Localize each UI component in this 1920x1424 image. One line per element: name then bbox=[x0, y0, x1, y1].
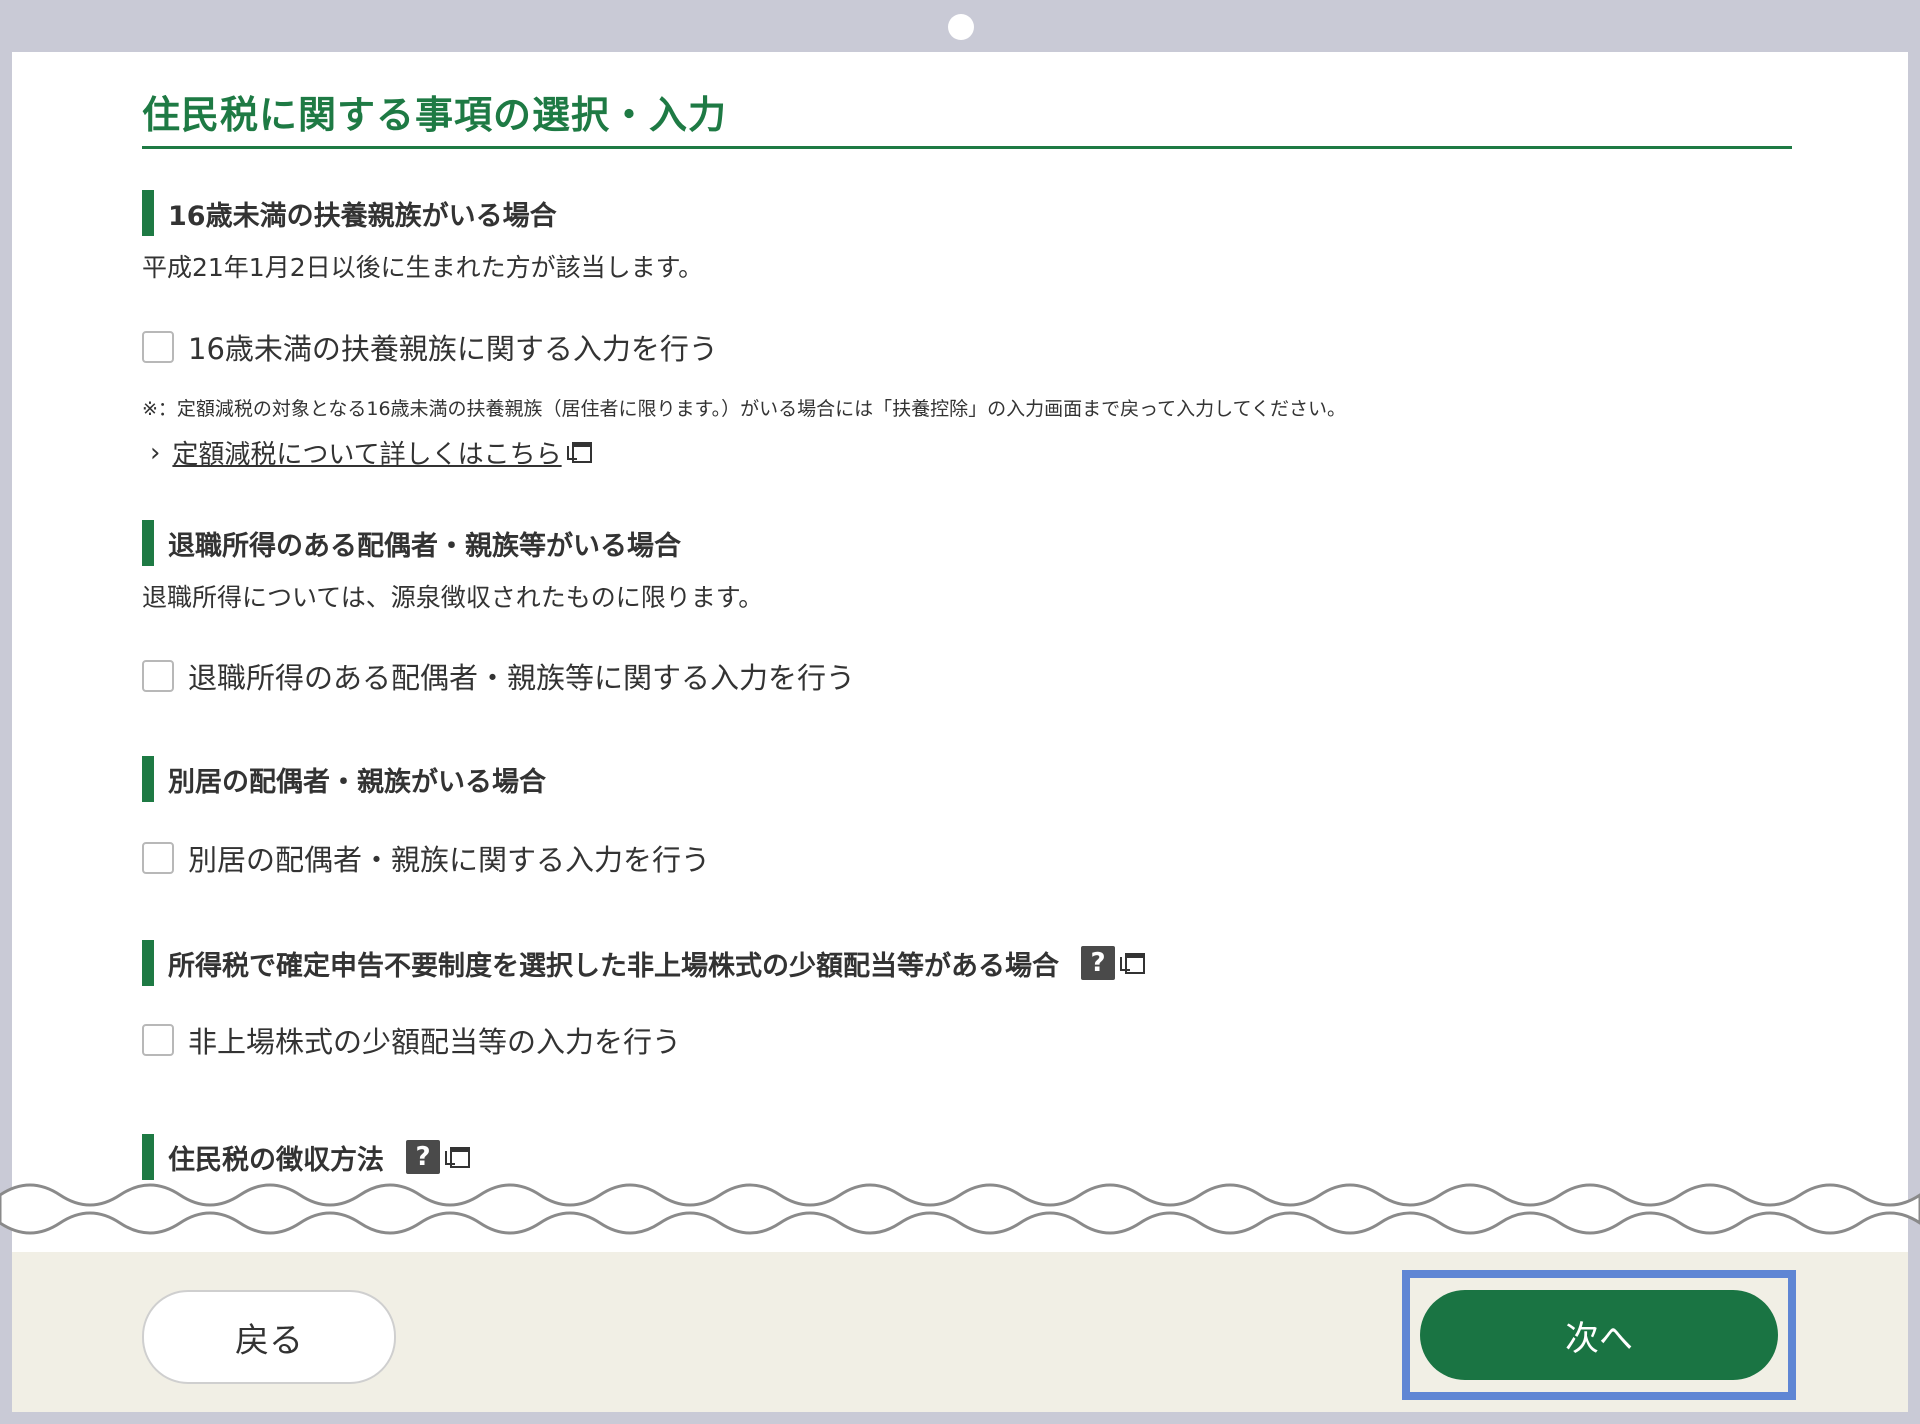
checkbox-label[interactable]: 別居の配偶者・親族に関する入力を行う bbox=[188, 837, 710, 879]
page-title: 住民税に関する事項の選択・入力 bbox=[142, 84, 1792, 149]
section-heading-separate-residence: 別居の配偶者・親族がいる場合 bbox=[142, 756, 546, 802]
section-heading-label: 16歳未満の扶養親族がいる場合 bbox=[168, 200, 557, 232]
section-heading-collection-method: 住民税の徴収方法 ? bbox=[142, 1134, 470, 1180]
section-heading-dependents-under-16: 16歳未満の扶養親族がいる場合 bbox=[142, 190, 557, 236]
checkbox-box[interactable] bbox=[142, 331, 174, 363]
checkbox-dependents-under-16[interactable]: 16歳未満の扶養親族に関する入力を行う bbox=[142, 326, 718, 368]
checkbox-box[interactable] bbox=[142, 660, 174, 692]
section-heading-small-dividends: 所得税で確定申告不要制度を選択した非上場株式の少額配当等がある場合 ? bbox=[142, 940, 1145, 986]
help-icon[interactable]: ? bbox=[1081, 946, 1115, 980]
checkbox-retirement-income[interactable]: 退職所得のある配偶者・親族等に関する入力を行う bbox=[142, 655, 855, 697]
next-button[interactable]: 次へ bbox=[1420, 1290, 1778, 1380]
section-heading-label: 住民税の徴収方法 bbox=[168, 1144, 384, 1176]
chevron-right-icon: › bbox=[150, 437, 161, 468]
checkbox-small-dividends[interactable]: 非上場株式の少額配当等の入力を行う bbox=[142, 1019, 681, 1061]
checkbox-box[interactable] bbox=[142, 842, 174, 874]
external-window-icon[interactable] bbox=[1120, 952, 1145, 974]
checkbox-label[interactable]: 16歳未満の扶養親族に関する入力を行う bbox=[188, 326, 718, 368]
torn-edge-divider bbox=[0, 1183, 1920, 1235]
section-description: 平成21年1月2日以後に生まれた方が該当します。 bbox=[142, 253, 704, 282]
external-window-icon bbox=[566, 442, 592, 463]
section-heading-label: 別居の配偶者・親族がいる場合 bbox=[168, 766, 546, 798]
checkbox-separate-residence[interactable]: 別居の配偶者・親族に関する入力を行う bbox=[142, 837, 710, 879]
footer-bar: 戻る 次へ bbox=[12, 1252, 1908, 1412]
checkbox-label[interactable]: 非上場株式の少額配当等の入力を行う bbox=[188, 1019, 681, 1061]
section-heading-retirement-income: 退職所得のある配偶者・親族等がいる場合 bbox=[142, 520, 681, 566]
section-heading-label: 所得税で確定申告不要制度を選択した非上場株式の少額配当等がある場合 bbox=[168, 950, 1059, 982]
note-text: ※：定額減税の対象となる16歳未満の扶養親族（居住者に限ります。）がいる場合には… bbox=[142, 398, 1347, 420]
device-camera bbox=[948, 14, 974, 40]
help-icon[interactable]: ? bbox=[406, 1140, 440, 1174]
link-text[interactable]: 定額減税について詳しくはこちら bbox=[172, 434, 561, 471]
section-description: 退職所得については、源泉徴収されたものに限ります。 bbox=[142, 583, 764, 612]
checkbox-box[interactable] bbox=[142, 1024, 174, 1056]
section-heading-label: 退職所得のある配偶者・親族等がいる場合 bbox=[168, 530, 681, 562]
external-window-icon[interactable] bbox=[445, 1146, 470, 1168]
link-flat-rate-tax-reduction[interactable]: › 定額減税について詳しくはこちら bbox=[150, 434, 592, 471]
back-button[interactable]: 戻る bbox=[142, 1290, 396, 1384]
checkbox-label[interactable]: 退職所得のある配偶者・親族等に関する入力を行う bbox=[188, 655, 855, 697]
